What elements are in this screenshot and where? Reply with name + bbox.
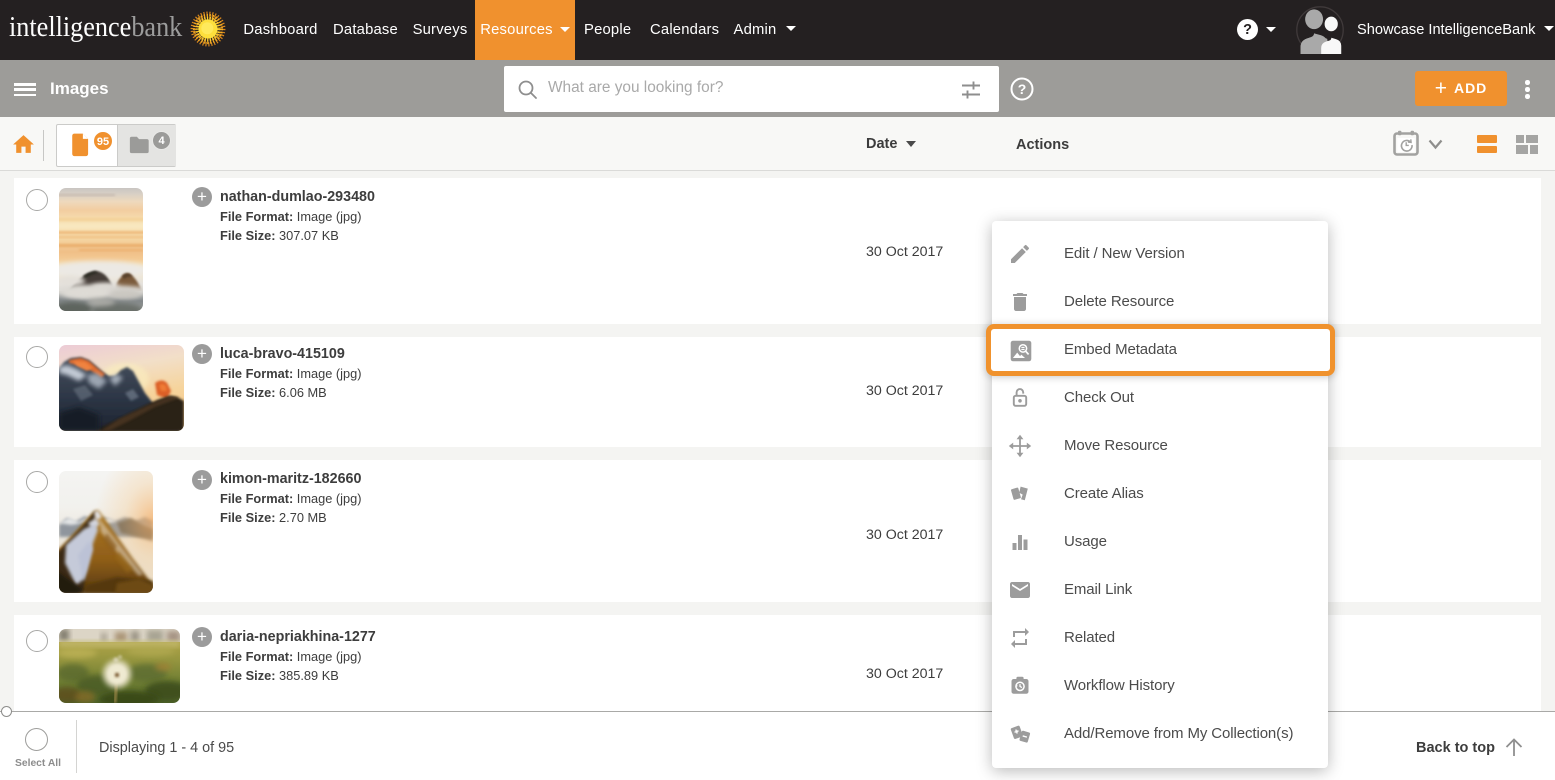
svg-text:?: ? — [1018, 81, 1027, 97]
